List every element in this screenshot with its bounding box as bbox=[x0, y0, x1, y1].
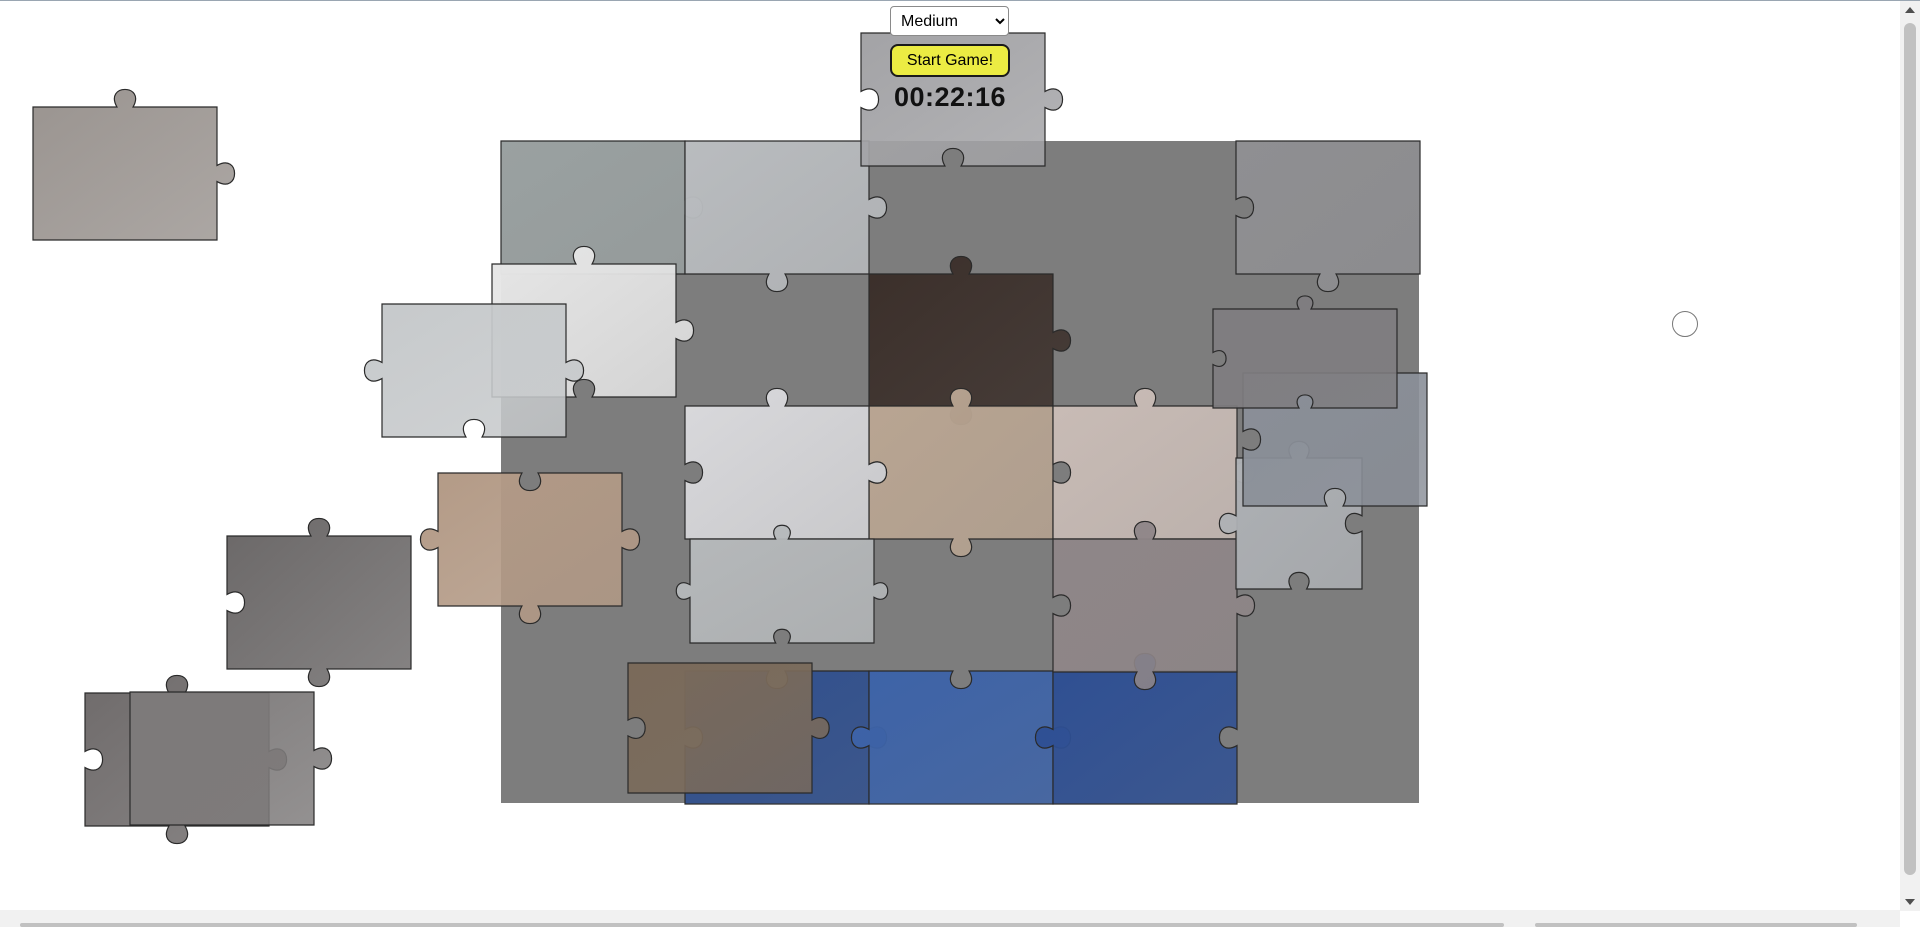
mouse-cursor-indicator bbox=[1672, 311, 1698, 337]
piece-wall-top-right[interactable] bbox=[1235, 140, 1421, 293]
piece-loose-door[interactable] bbox=[627, 662, 830, 794]
piece-side-right[interactable] bbox=[1052, 520, 1256, 691]
piece-loose-gray-c[interactable] bbox=[129, 691, 333, 826]
horizontal-scroll-thumb[interactable] bbox=[20, 923, 1504, 927]
vertical-scrollbar[interactable] bbox=[1900, 1, 1920, 911]
piece-wall-light[interactable] bbox=[684, 387, 888, 540]
vertical-scroll-thumb[interactable] bbox=[1904, 23, 1916, 875]
piece-wall-top[interactable] bbox=[684, 140, 888, 293]
scroll-down-arrow-icon[interactable] bbox=[1905, 899, 1915, 905]
piece-hoodie-center[interactable] bbox=[850, 670, 1072, 805]
difficulty-select[interactable]: EasyMediumHard bbox=[890, 6, 1009, 36]
piece-hoodie-right[interactable] bbox=[1034, 652, 1238, 805]
piece-face-center[interactable] bbox=[868, 387, 1054, 558]
horizontal-scrollbar[interactable] bbox=[0, 910, 1900, 927]
piece-loose-wolf[interactable] bbox=[32, 88, 236, 241]
piece-loose-gray-a[interactable] bbox=[226, 517, 412, 688]
start-game-button[interactable]: Start Game! bbox=[890, 44, 1010, 77]
piece-face-right[interactable] bbox=[1052, 387, 1256, 540]
puzzle-stage bbox=[0, 0, 1900, 910]
scroll-up-arrow-icon[interactable] bbox=[1905, 7, 1915, 13]
horizontal-scroll-thumb-secondary[interactable] bbox=[1535, 923, 1857, 927]
game-timer: 00:22:16 bbox=[893, 82, 1007, 112]
piece-right-top[interactable] bbox=[1212, 295, 1398, 409]
piece-ceiling-dark[interactable] bbox=[363, 303, 585, 438]
piece-chin[interactable] bbox=[419, 472, 641, 625]
piece-hair[interactable] bbox=[868, 255, 1072, 426]
piece-shoulder-left[interactable] bbox=[675, 524, 889, 644]
